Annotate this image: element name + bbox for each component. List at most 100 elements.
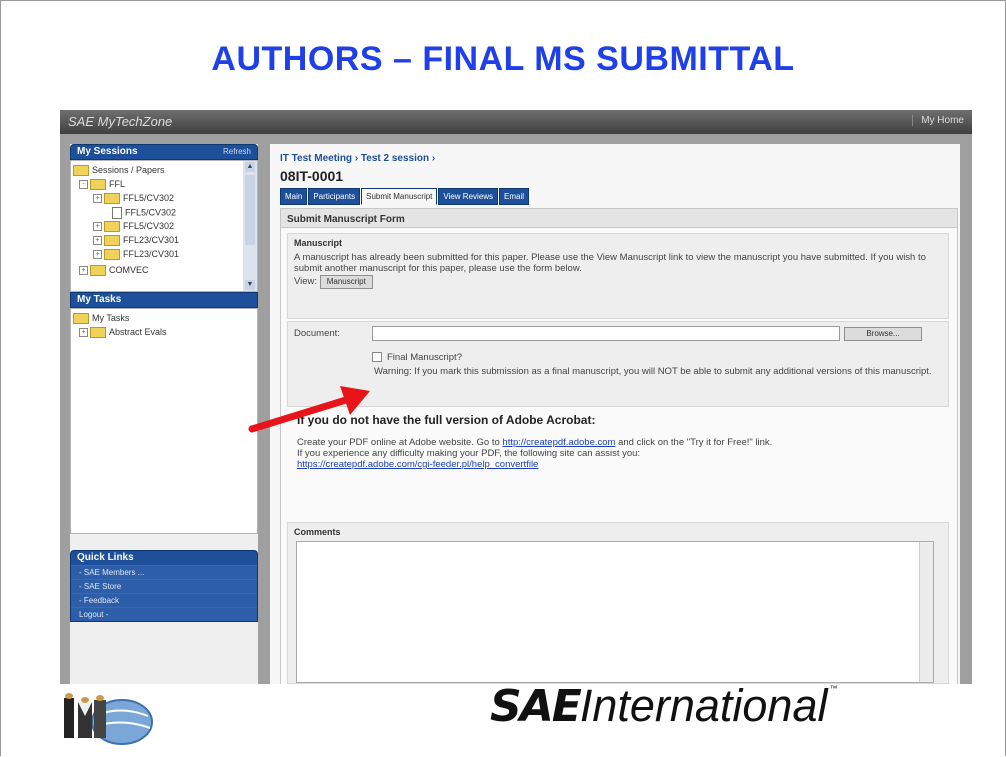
quick-links: Quick Links - SAE Members ... - SAE Stor… (70, 550, 258, 622)
folder-icon (104, 193, 120, 205)
tree-item-label: COMVEC (109, 265, 149, 275)
paper-id: 08IT-0001 (280, 168, 344, 184)
tree-item[interactable]: + FFL23/CV301 (93, 235, 179, 248)
tree-item-abstract-evals[interactable]: + Abstract Evals (79, 327, 167, 340)
folder-icon (73, 313, 89, 325)
folder-icon (104, 221, 120, 233)
tree-item-label: FFL (109, 179, 126, 189)
tree-item-label: FFL5/CV302 (123, 221, 175, 231)
home-link[interactable]: My Home (912, 115, 964, 126)
folder-icon (90, 265, 106, 277)
sessions-header-label: My Sessions (77, 146, 138, 157)
slide-title: AUTHORS – FINAL MS SUBMITTAL (211, 40, 795, 78)
comments-heading: Comments (294, 527, 341, 537)
form-title: Submit Manuscript Form (281, 209, 957, 228)
expand-icon[interactable]: + (79, 266, 88, 276)
breadcrumb[interactable]: IT Test Meeting › Test 2 session › (280, 153, 435, 164)
document-label: Document: (294, 328, 340, 339)
manuscript-note: A manuscript has already been submitted … (294, 252, 926, 274)
app-screenshot: SAE MyTechZone My Home My Sessions Refre… (60, 110, 972, 684)
comments-scrollbar[interactable] (919, 542, 933, 682)
scroll-thumb[interactable] (245, 175, 255, 245)
quick-link-item[interactable]: - SAE Store (71, 579, 257, 593)
tree-item-label: FFL23/CV301 (123, 249, 180, 259)
manuscript-heading: Manuscript (294, 238, 343, 248)
tree-item[interactable]: + FFL23/CV301 (93, 249, 179, 262)
view-label: View: (294, 276, 318, 287)
folder-icon (90, 179, 106, 191)
final-manuscript-label: Final Manuscript? (387, 352, 462, 363)
expand-icon[interactable]: + (93, 222, 102, 232)
sae-international-logo: SAEInternational ™ (490, 680, 838, 732)
logout-link[interactable]: Logout - (71, 607, 257, 621)
red-arrow-icon (248, 386, 370, 433)
tasks-header: My Tasks (70, 292, 258, 308)
folder-icon (104, 249, 120, 261)
folder-icon (90, 327, 106, 339)
comments-textarea[interactable] (296, 541, 934, 683)
acrobat-instructions: Create your PDF online at Adobe website.… (297, 437, 937, 470)
session-tree: Sessions / Papers - FFL + FFL5/CV302 FFL5/… (70, 160, 258, 292)
tab-submit-manuscript[interactable]: Submit Manuscript (361, 188, 438, 205)
quick-link-item[interactable]: - Feedback (71, 593, 257, 607)
tab-main[interactable]: Main (280, 188, 308, 205)
tree-item-root[interactable]: Sessions / Papers (73, 165, 165, 178)
tab-participants[interactable]: Participants (308, 188, 361, 205)
quick-link-item[interactable]: - SAE Members ... (71, 565, 257, 579)
tab-email[interactable]: Email (499, 188, 530, 205)
scroll-down-icon[interactable]: ▼ (245, 280, 255, 290)
trademark-mark: ™ (829, 684, 838, 693)
view-manuscript-button[interactable]: Manuscript (319, 275, 373, 289)
tree-item-label: My Tasks (92, 313, 130, 323)
expand-icon[interactable]: + (93, 236, 102, 246)
submit-manuscript-form: Submit Manuscript Form Manuscript A manu… (280, 208, 958, 684)
final-manuscript-checkbox[interactable] (372, 352, 382, 363)
imo-logo-icon (64, 693, 153, 745)
collapse-icon[interactable]: - (79, 180, 88, 190)
comments-section: Comments (287, 522, 949, 684)
tree-item[interactable]: + FFL5/CV302 (93, 221, 174, 234)
acrobat-text-1: Create your PDF online at Adobe website.… (297, 437, 500, 448)
expand-icon[interactable]: + (79, 328, 88, 338)
imo-logo (60, 692, 160, 746)
browse-button[interactable]: Browse... (844, 327, 922, 341)
final-warning-text: Warning: If you mark this submission as … (374, 366, 932, 377)
tree-item-label: FFL5/CV302 (123, 193, 175, 203)
tree-item[interactable]: + COMVEC (79, 265, 149, 278)
tab-bar: Main Participants Submit Manuscript View Re… (280, 188, 530, 205)
tree-item-label: Abstract Evals (109, 327, 167, 337)
sessions-header: My Sessions Refresh (70, 144, 258, 160)
manuscript-section: Manuscript A manuscript has already been… (287, 233, 949, 319)
refresh-link[interactable]: Refresh (223, 147, 251, 156)
acrobat-text-2: and click on the "Try it for Free!" link… (618, 437, 773, 448)
folder-icon (73, 165, 89, 177)
folder-icon (104, 235, 120, 247)
tasks-header-label: My Tasks (77, 294, 122, 305)
tree-item-label: FFL5/CV302 (125, 207, 177, 218)
document-section: Document: Browse... Final Manuscript? Wa… (287, 321, 949, 407)
scroll-up-icon[interactable]: ▲ (245, 162, 255, 172)
app-topbar: SAE MyTechZone My Home (60, 110, 972, 134)
international-logo-text: International (579, 680, 828, 731)
tree-item-doc[interactable]: FFL5/CV302 (112, 207, 176, 220)
final-manuscript-row[interactable]: Final Manuscript? (372, 352, 462, 363)
document-file-input[interactable] (372, 326, 840, 341)
app-brand: SAE MyTechZone (68, 114, 173, 129)
sessions-scrollbar[interactable]: ▲ ▼ (243, 161, 257, 291)
expand-icon[interactable]: + (93, 194, 102, 204)
sae-logo-text: SAE (490, 681, 582, 732)
tree-item-ffl[interactable]: - FFL (79, 179, 125, 192)
createpdf-link[interactable]: http://createpdf.adobe.com (502, 437, 615, 448)
expand-icon[interactable]: + (93, 250, 102, 260)
view-row: View: Manuscript (288, 274, 948, 290)
convertfile-link[interactable]: https://createpdf.adobe.com/cgi-feeder.p… (297, 459, 538, 470)
tree-item-label: FFL23/CV301 (123, 235, 180, 245)
task-tree: My Tasks + Abstract Evals (70, 308, 258, 534)
document-icon (112, 207, 122, 219)
acrobat-text-3: If you experience any difficulty making … (297, 448, 641, 459)
sidebar: My Sessions Refresh Sessions / Papers - F… (70, 144, 258, 684)
tree-item-my-tasks[interactable]: My Tasks (73, 313, 129, 326)
tree-item-label: Sessions / Papers (92, 165, 165, 175)
tree-item[interactable]: + FFL5/CV302 (93, 193, 174, 206)
tab-view-reviews[interactable]: View Reviews (438, 188, 499, 205)
